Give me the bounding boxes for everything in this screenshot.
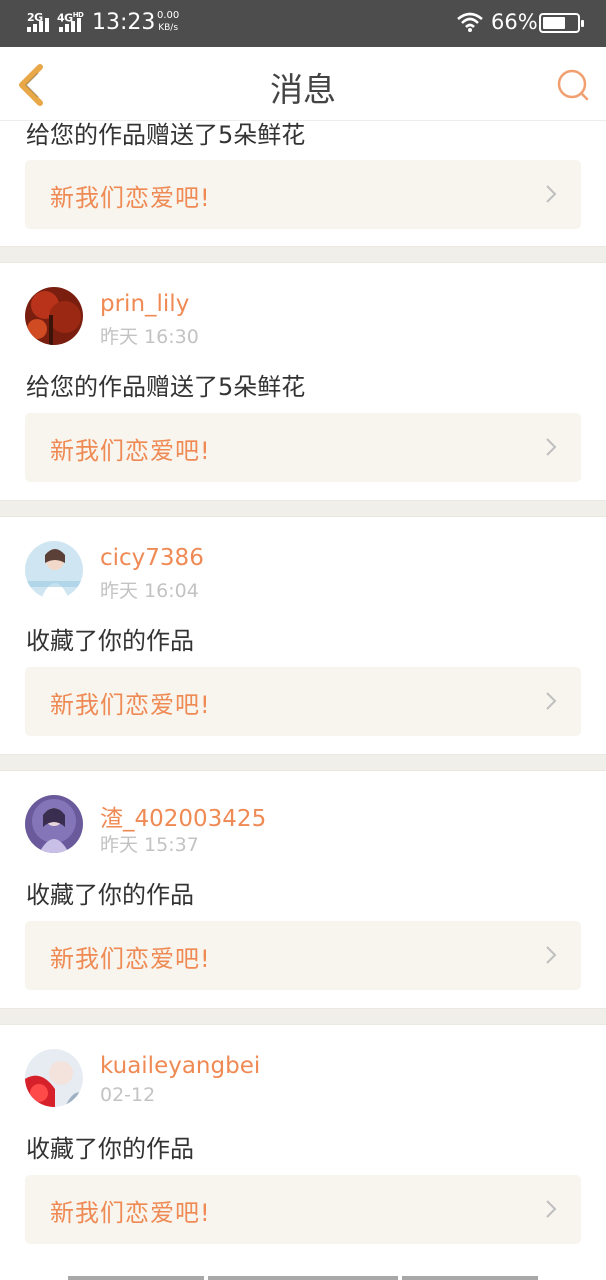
signal-4g-icon (59, 18, 81, 32)
chevron-right-icon (546, 946, 557, 964)
signal-2g-icon (27, 18, 49, 32)
battery-icon (539, 13, 584, 33)
section-divider (0, 500, 606, 517)
message-text: 收藏了你的作品 (26, 881, 194, 909)
reply-box[interactable]: 新我们恋爱吧! (25, 413, 581, 482)
chevron-right-icon (546, 438, 557, 456)
username[interactable]: cicy7386 (100, 545, 204, 571)
timestamp: 昨天 16:30 (100, 326, 199, 348)
reply-label: 新我们恋爱吧! (50, 691, 211, 719)
clock: 13:23 (92, 10, 156, 35)
timestamp: 昨天 16:04 (100, 580, 199, 602)
message-text: 收藏了你的作品 (26, 627, 194, 655)
reply-label: 新我们恋爱吧! (50, 184, 211, 212)
username[interactable]: prin_lily (100, 291, 189, 317)
avatar[interactable] (25, 541, 83, 599)
reply-box[interactable]: 新我们恋爱吧! (25, 160, 581, 229)
message-text: 收藏了你的作品 (26, 1135, 194, 1163)
username[interactable]: 渣_402003425 (100, 799, 266, 833)
wifi-icon (457, 12, 483, 32)
section-divider (0, 1008, 606, 1025)
timestamp: 昨天 15:37 (100, 834, 199, 856)
reply-box[interactable]: 新我们恋爱吧! (25, 667, 581, 736)
reply-label: 新我们恋爱吧! (50, 1199, 211, 1227)
timestamp: 02-12 (100, 1084, 156, 1106)
bottom-divider (0, 1267, 606, 1280)
reply-box[interactable]: 新我们恋爱吧! (25, 1175, 581, 1244)
section-divider (0, 754, 606, 771)
chevron-right-icon (546, 692, 557, 710)
reply-label: 新我们恋爱吧! (50, 437, 211, 465)
message-text: 给您的作品赠送了5朵鲜花 (26, 373, 306, 401)
section-divider (0, 246, 606, 263)
avatar[interactable] (25, 795, 83, 853)
username[interactable]: kuaileyangbei (100, 1053, 260, 1079)
message-card: prin_lily 昨天 16:30 给您的作品赠送了5朵鲜花 新我们恋爱吧! (0, 263, 606, 503)
message-card: 渣_402003425 昨天 15:37 收藏了你的作品 新我们恋爱吧! (0, 771, 606, 1011)
message-card: kuaileyangbei 02-12 收藏了你的作品 新我们恋爱吧! (0, 1025, 606, 1265)
avatar[interactable] (25, 287, 83, 345)
status-bar: 2G 4GHD 13:23 0.00 KB/s 66% (0, 0, 606, 47)
reply-box[interactable]: 新我们恋爱吧! (25, 921, 581, 990)
avatar[interactable] (25, 1049, 83, 1107)
page-title: 消息 (270, 70, 336, 109)
search-icon (557, 69, 589, 101)
chevron-right-icon (546, 185, 557, 203)
network-speed: 0.00 KB/s (157, 10, 180, 33)
message-card: cicy7386 昨天 16:04 收藏了你的作品 新我们恋爱吧! (0, 517, 606, 757)
battery-percent: 66% (491, 10, 538, 34)
message-text: 给您的作品赠送了5朵鲜花 (26, 121, 306, 149)
chevron-right-icon (546, 1200, 557, 1218)
app-header: 消息 (0, 47, 606, 121)
reply-label: 新我们恋爱吧! (50, 945, 211, 973)
search-button[interactable] (555, 67, 591, 103)
message-list[interactable]: 给您的作品赠送了5朵鲜花 新我们恋爱吧! prin_lily 昨天 16:30 … (0, 121, 606, 1280)
